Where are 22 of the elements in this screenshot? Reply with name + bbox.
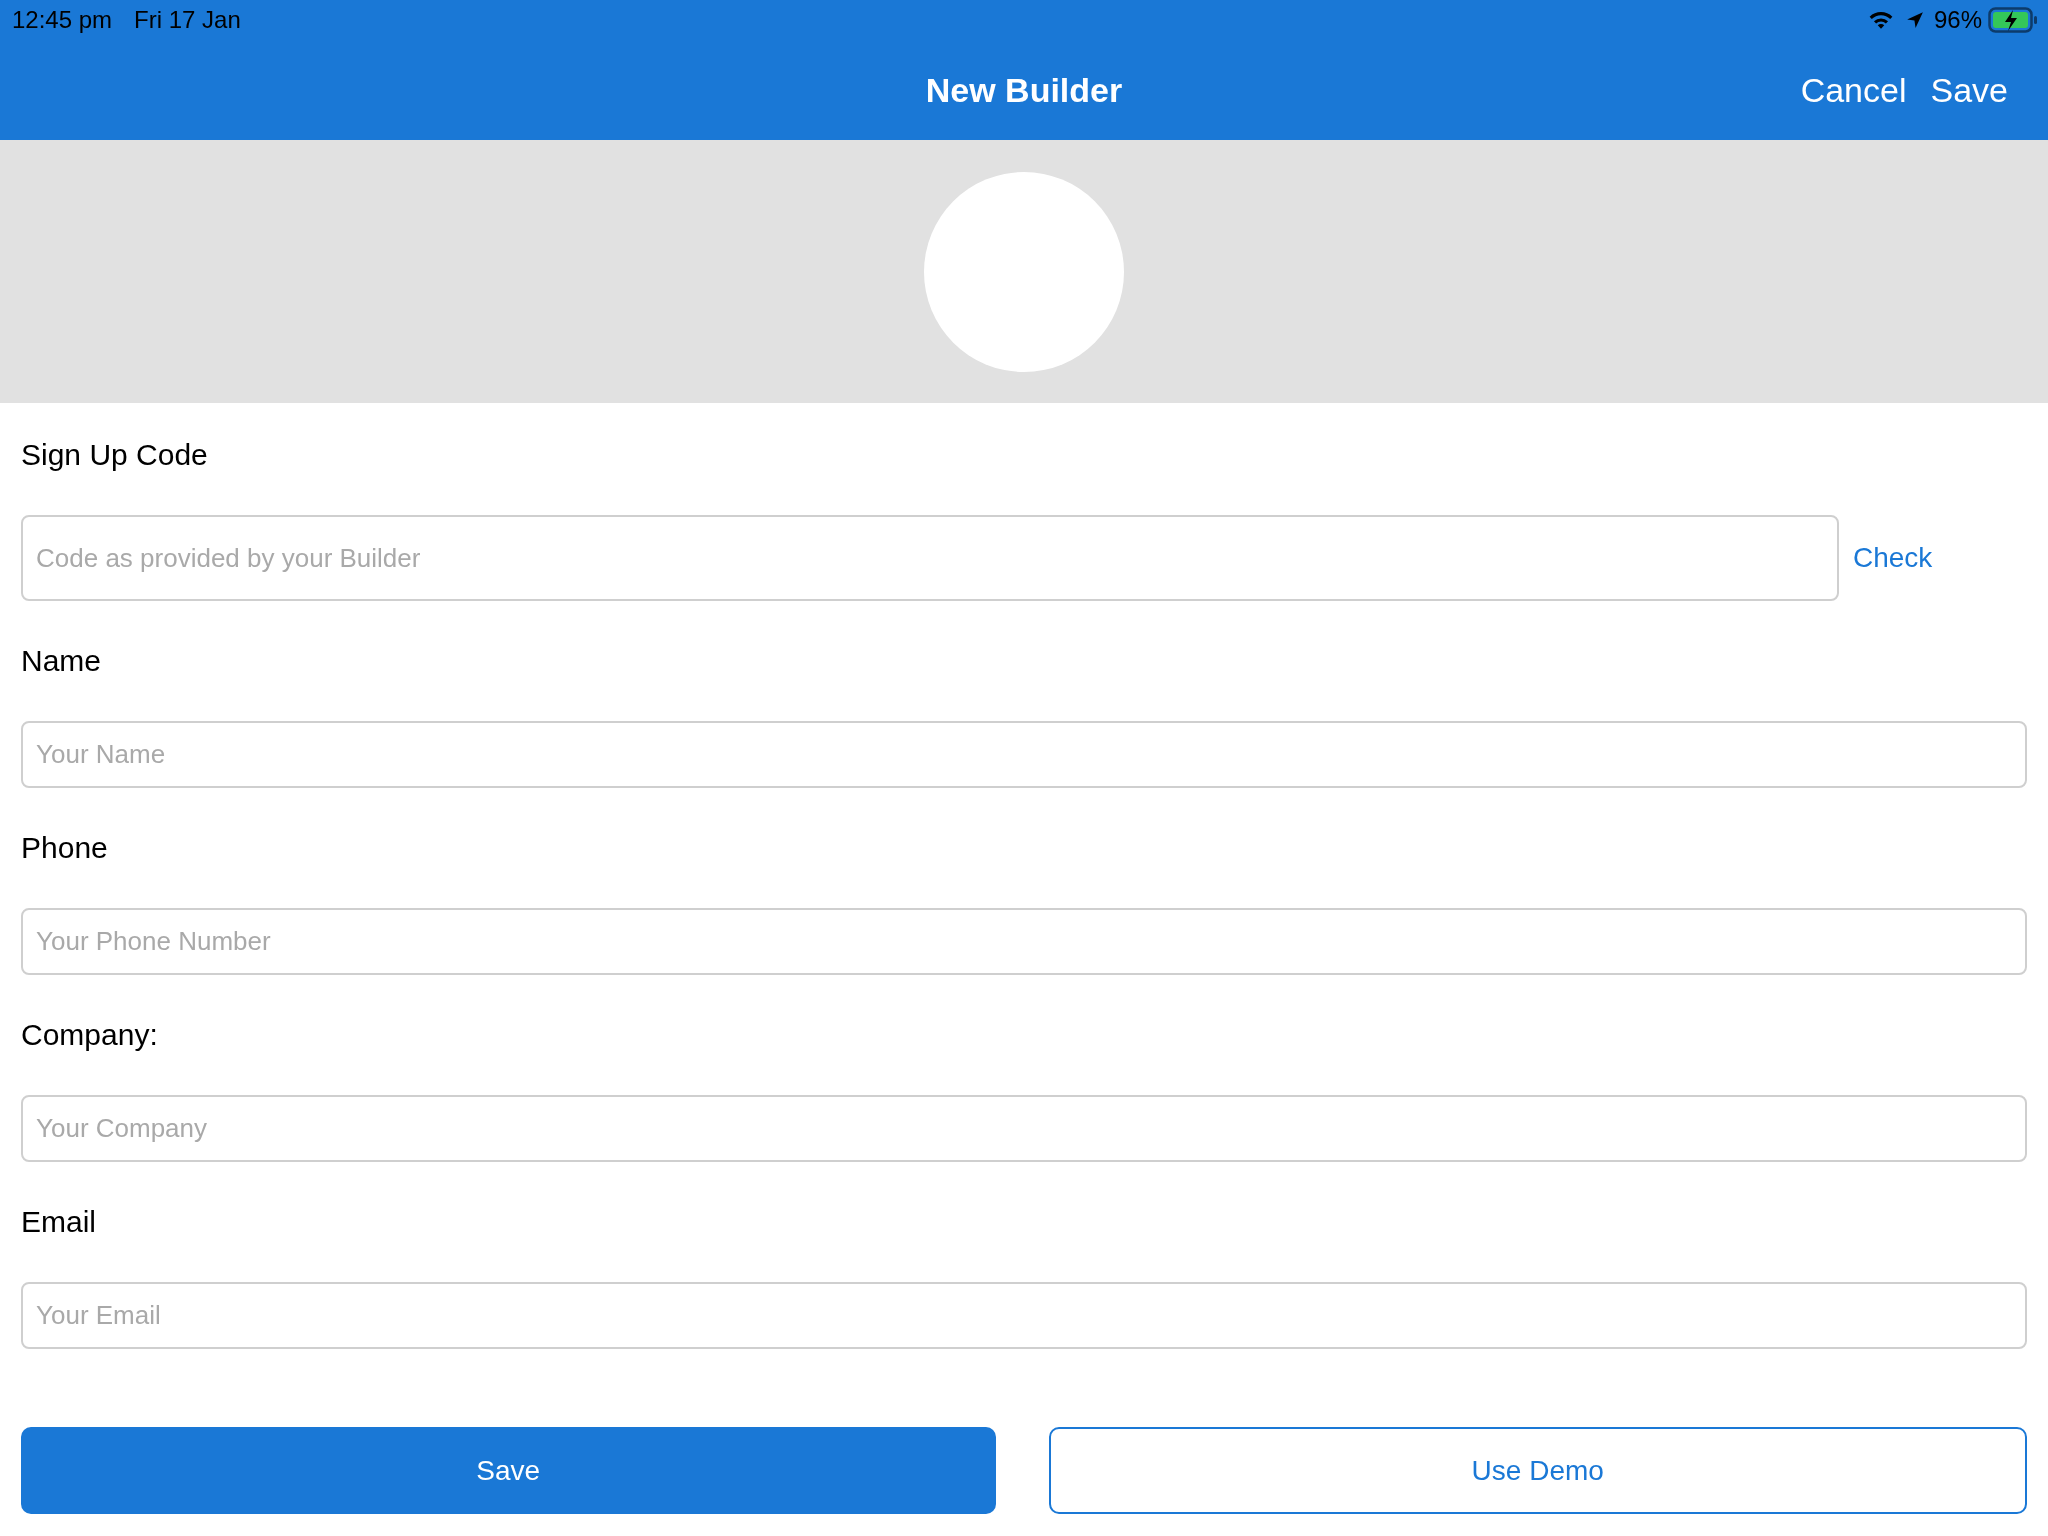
nav-title: New Builder bbox=[925, 70, 1123, 110]
input-field[interactable]: Code as provided by your Builder bbox=[21, 515, 1839, 601]
field-label: Name bbox=[21, 643, 103, 679]
save-button[interactable]: Save bbox=[21, 1427, 996, 1514]
battery-percentage: 96% bbox=[1933, 6, 1982, 34]
battery-charging-icon bbox=[1988, 7, 2038, 33]
use-demo-button[interactable]: Use Demo bbox=[1048, 1427, 2027, 1514]
nav-bar-button[interactable]: Cancel bbox=[1800, 70, 1907, 110]
input-field[interactable]: Your Name bbox=[21, 721, 2027, 788]
input-field[interactable]: Your Phone Number bbox=[21, 908, 2027, 975]
location-arrow-icon bbox=[1905, 11, 1924, 29]
check-link[interactable]: Check bbox=[1853, 542, 1933, 574]
status-date: Fri 17 Jan bbox=[134, 6, 241, 34]
input-field[interactable]: Your Email bbox=[21, 1282, 2027, 1349]
field-label: Phone bbox=[21, 830, 109, 866]
input-field[interactable]: Your Company bbox=[21, 1095, 2027, 1162]
wifi-icon bbox=[1867, 10, 1894, 30]
status-time: 12:45 pm bbox=[12, 6, 113, 34]
nav-bar-button[interactable]: Save bbox=[1930, 70, 2008, 110]
field-label: Company: bbox=[21, 1017, 159, 1053]
field-label: Sign Up Code bbox=[21, 437, 209, 473]
field-label: Email bbox=[21, 1204, 97, 1240]
